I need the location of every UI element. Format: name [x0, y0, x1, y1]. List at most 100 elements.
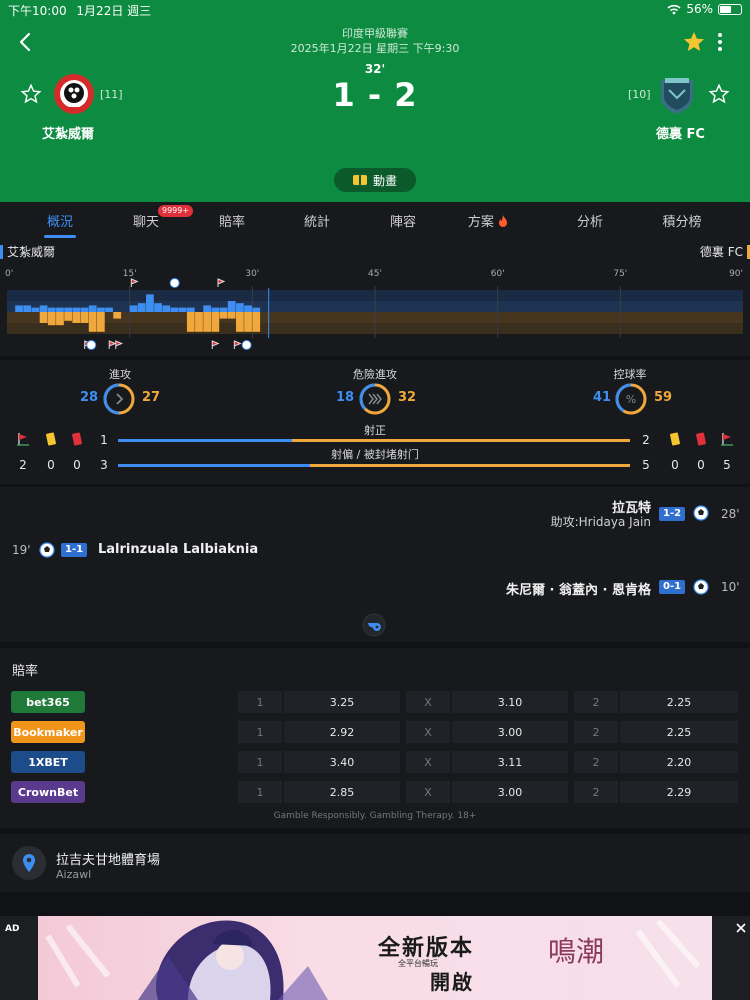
tab-standings[interactable]: 積分榜: [642, 211, 722, 230]
tab-tips[interactable]: 方案: [448, 211, 528, 230]
odds-title: 賠率: [12, 664, 39, 679]
timeline-tick-label: 60': [491, 269, 505, 279]
svg-text:%: %: [626, 393, 636, 406]
match-stats: 進攻 28 27 危險進攻 18 32 控球率 41 % 59 1 射正 2 2…: [0, 360, 750, 484]
away-corners: 5: [723, 458, 731, 472]
status-date: 1月22日 週三: [76, 4, 152, 18]
away-pressure-bar: [88, 312, 97, 332]
goal-ball-icon: [39, 542, 55, 558]
timeline-tick-label: 90': [729, 269, 743, 279]
timeline-tick-label: 75': [613, 269, 627, 279]
home-color-marker: [0, 244, 3, 259]
timeline-home-name: 艾紮威爾: [7, 245, 56, 259]
tab-analysis[interactable]: 分析: [550, 211, 630, 230]
possession-gauge-icon: %: [615, 383, 647, 415]
dangerous-attacks-gauge-icon: [359, 383, 391, 415]
whistle-icon: [362, 613, 386, 637]
home-pressure-bar: [88, 305, 97, 312]
bookmaker-logo-bookmaker[interactable]: Bookmaker: [11, 721, 85, 743]
favorite-star-icon[interactable]: [682, 30, 706, 54]
goal-ball-icon: [86, 340, 97, 350]
dangerous-attacks-label: 危險進攻: [353, 368, 397, 381]
odds-draw[interactable]: 3.00: [452, 721, 568, 743]
on-target-away: 2: [642, 433, 650, 447]
on-target-bar: [118, 439, 630, 442]
home-pressure-bar: [203, 305, 212, 312]
home-pressure-bar: [129, 305, 138, 312]
goal-ball-icon: [693, 505, 709, 521]
home-pressure-bar: [170, 307, 179, 312]
odds-section: 賠率 bet365 1 3.25 X 3.10 2 2.25 Bookmaker…: [0, 648, 750, 828]
venue-card[interactable]: 拉吉夫甘地體育場 Aizawl: [0, 834, 750, 892]
gambling-disclaimer[interactable]: Gamble Responsibly. Gambling Therapy. 18…: [0, 811, 750, 821]
odds-home[interactable]: 2.92: [284, 721, 400, 743]
odds-label: 1: [238, 781, 282, 803]
wifi-icon: [667, 4, 681, 14]
odds-away[interactable]: 2.29: [620, 781, 738, 803]
away-pressure-bar: [113, 312, 122, 319]
event-score: 1-2: [659, 507, 686, 521]
more-menu-icon[interactable]: [712, 30, 728, 54]
fire-icon: [499, 215, 508, 227]
event-assist: 助攻:Hridaya Jain: [550, 515, 651, 529]
home-team-name[interactable]: 艾紮威爾: [42, 123, 94, 142]
battery-fill: [720, 5, 732, 13]
away-pressure-bar: [72, 312, 81, 323]
goal-ball-icon: [693, 579, 709, 595]
ad-close-icon[interactable]: [735, 922, 747, 934]
odds-home[interactable]: 3.40: [284, 751, 400, 773]
home-pressure-bar: [47, 307, 56, 312]
off-target-bar: [118, 464, 630, 467]
odds-away[interactable]: 2.25: [620, 721, 738, 743]
home-pressure-bar: [105, 307, 113, 312]
away-pressure-bar: [96, 312, 105, 332]
home-pressure-bar: [162, 305, 171, 312]
away-yellow-card-icon: [670, 432, 680, 446]
home-pressure-bar: [244, 305, 252, 312]
odds-label: 1: [238, 721, 282, 743]
corner-flag-icon: [108, 340, 117, 349]
goal-ball-icon: [169, 278, 180, 288]
timeline-tick-label: 0': [5, 269, 13, 279]
home-pressure-bar: [235, 303, 244, 312]
odds-draw[interactable]: 3.00: [452, 781, 568, 803]
tab-overview[interactable]: 概況: [20, 211, 100, 230]
venue-name: 拉吉夫甘地體育場: [56, 853, 161, 868]
home-pressure-bar: [211, 307, 220, 312]
home-pressure-bar: [64, 307, 73, 312]
odds-draw[interactable]: 3.11: [452, 751, 568, 773]
bookmaker-logo-crownbet[interactable]: CrownBet: [11, 781, 85, 803]
odds-home[interactable]: 3.25: [284, 691, 400, 713]
tab-odds[interactable]: 賠率: [192, 211, 272, 230]
odds-home[interactable]: 2.85: [284, 781, 400, 803]
bookmaker-logo-bet365[interactable]: bet365: [11, 691, 85, 713]
bookmaker-logo-1xbet[interactable]: 1XBET: [11, 751, 85, 773]
home-pressure-bar: [146, 294, 154, 312]
away-follow-star-icon[interactable]: [708, 83, 730, 105]
match-events: 拉瓦特 助攻:Hridaya Jain 1-2 28' 19' 1-1 Lalr…: [0, 487, 750, 642]
corner-flag-icon: [233, 340, 242, 349]
home-pressure-bar: [39, 305, 48, 312]
location-pin-icon: [23, 854, 35, 872]
tab-tips-label: 方案: [467, 215, 494, 230]
timeline-tick-label: 15': [123, 269, 137, 279]
tab-lineups[interactable]: 陣容: [363, 211, 443, 230]
away-team-name[interactable]: 德裏 FC: [656, 123, 705, 142]
league-name: 印度甲級聯賽: [342, 27, 408, 40]
odds-away[interactable]: 2.20: [620, 751, 738, 773]
odds-label: X: [406, 751, 450, 773]
odds-away[interactable]: 2.25: [620, 691, 738, 713]
home-pressure-bar: [56, 307, 64, 312]
away-pressure-bar: [39, 312, 48, 323]
away-team-logo: [661, 78, 693, 114]
tab-stats[interactable]: 統計: [277, 211, 357, 230]
corner-flag-icon: [211, 340, 220, 349]
odds-label: 2: [574, 751, 618, 773]
home-pressure-bar: [23, 305, 32, 312]
odds-draw[interactable]: 3.10: [452, 691, 568, 713]
animation-button[interactable]: 動畫: [334, 168, 416, 192]
odds-label: 1: [238, 691, 282, 713]
away-pressure-bar: [80, 312, 89, 323]
match-minute: 32': [364, 62, 386, 76]
ad-banner[interactable]: 全新版本 全平台暢玩 開啟 鳴潮: [38, 916, 712, 1000]
